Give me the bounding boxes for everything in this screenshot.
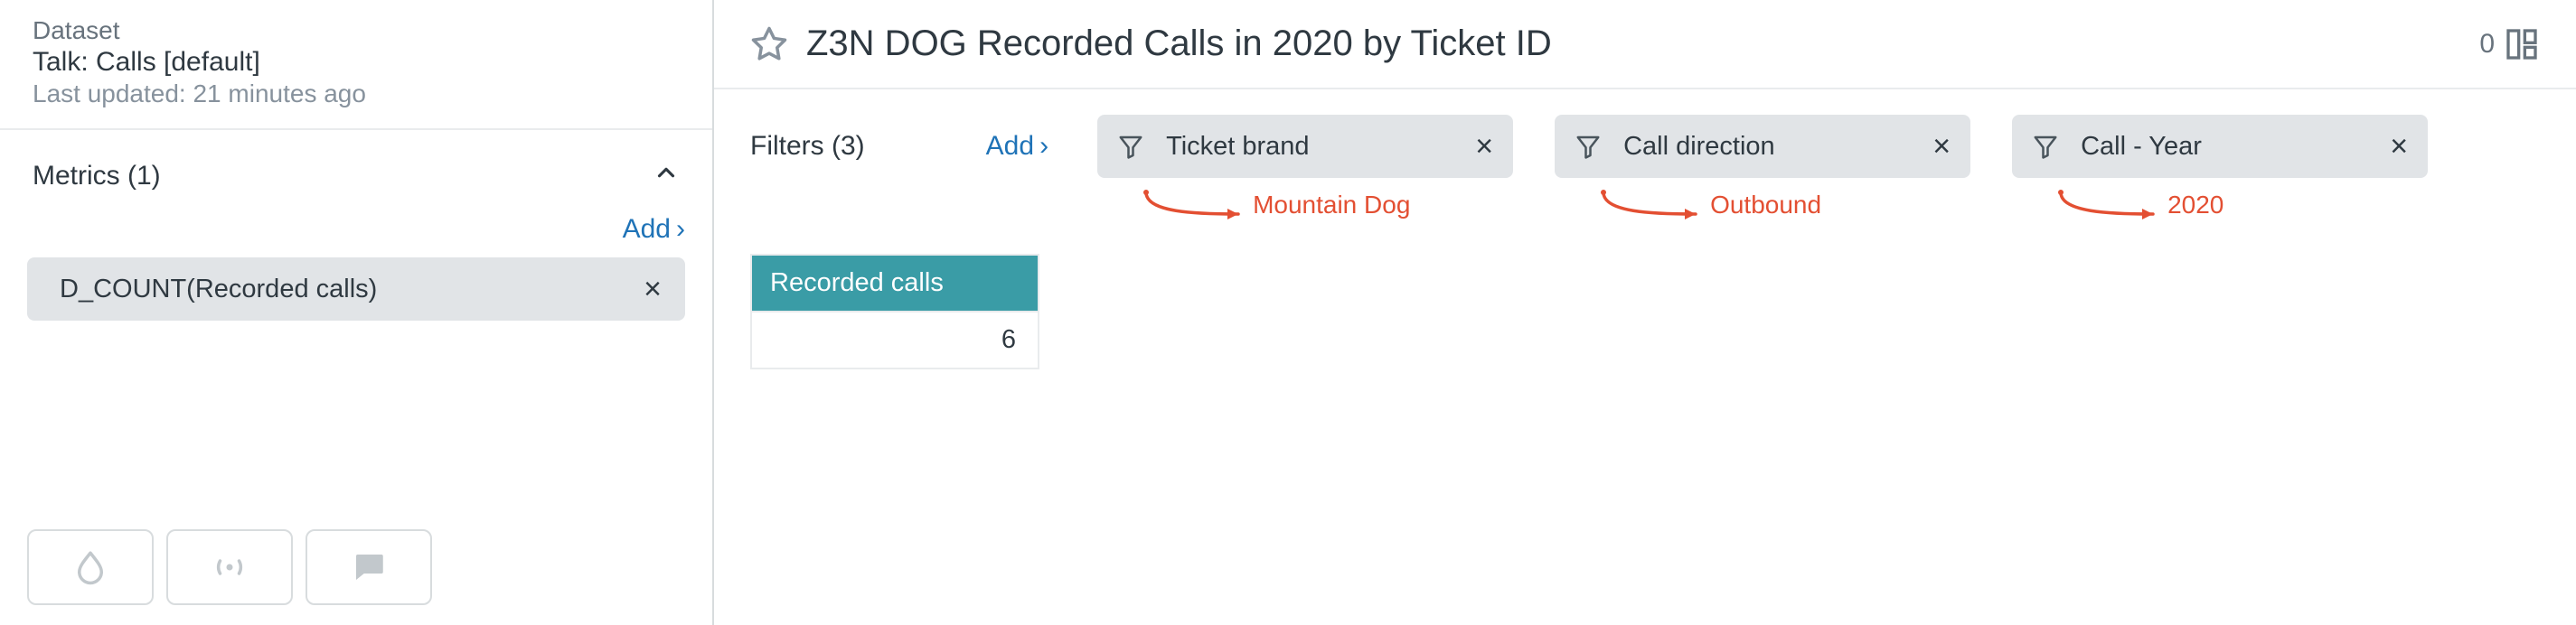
- drop-icon-button[interactable]: [27, 529, 154, 605]
- chevron-right-icon: ›: [1039, 133, 1048, 160]
- filter-chip-label: Call - Year: [2081, 132, 2368, 162]
- filter-annotation: 2020: [2012, 178, 2223, 223]
- result-table-value: 6: [752, 311, 1038, 368]
- metrics-header[interactable]: Metrics (1): [0, 130, 712, 198]
- filter-chip-label: Ticket brand: [1166, 132, 1453, 162]
- close-icon[interactable]: ×: [644, 274, 662, 304]
- filter-annotation-text: Outbound: [1710, 191, 1821, 219]
- filter-chip-label: Call direction: [1623, 132, 1911, 162]
- filters-add-link[interactable]: Add ›: [986, 131, 1048, 162]
- report-title: Z3N DOG Recorded Calls in 2020 by Ticket…: [806, 23, 2461, 64]
- metrics-add-label: Add: [623, 214, 671, 245]
- result-table-header: Recorded calls: [752, 256, 1038, 311]
- title-bar: Z3N DOG Recorded Calls in 2020 by Ticket…: [714, 0, 2576, 89]
- metric-chip[interactable]: D_COUNT(Recorded calls) ×: [27, 257, 685, 321]
- close-icon[interactable]: ×: [1475, 131, 1493, 162]
- metric-chip-label: D_COUNT(Recorded calls): [60, 275, 377, 304]
- metrics-title: Metrics (1): [33, 161, 161, 191]
- live-icon-button[interactable]: [166, 529, 293, 605]
- right-panel: Z3N DOG Recorded Calls in 2020 by Ticket…: [714, 0, 2576, 625]
- dataset-name: Talk: Calls [default]: [33, 47, 680, 78]
- layout-switch[interactable]: 0: [2479, 26, 2540, 62]
- left-panel: Dataset Talk: Calls [default] Last updat…: [0, 0, 714, 625]
- dataset-updated: Last updated: 21 minutes ago: [33, 79, 680, 108]
- bottom-icon-bar: [27, 529, 432, 605]
- layout-count: 0: [2479, 29, 2495, 60]
- filter-annotation: Outbound: [1555, 178, 1821, 223]
- filters-add-label: Add: [986, 131, 1034, 162]
- filters-title: Filters (3): [750, 131, 865, 162]
- filter-chip-call-direction[interactable]: Call direction ×: [1555, 115, 1970, 178]
- metrics-add-link[interactable]: Add ›: [623, 214, 685, 245]
- filter-annotation: Mountain Dog: [1097, 178, 1410, 223]
- close-icon[interactable]: ×: [1932, 131, 1951, 162]
- filter-annotation-text: Mountain Dog: [1253, 191, 1410, 219]
- filter-annotation-text: 2020: [2167, 191, 2223, 219]
- close-icon[interactable]: ×: [2390, 131, 2408, 162]
- grid-icon: [2504, 26, 2540, 62]
- filters-row: Filters (3) Add › Ticket brand × Moun: [714, 89, 2576, 223]
- dataset-heading: Dataset: [33, 16, 680, 45]
- funnel-icon: [1575, 133, 1602, 160]
- comment-icon-button[interactable]: [306, 529, 432, 605]
- dataset-block: Dataset Talk: Calls [default] Last updat…: [0, 0, 712, 130]
- chevron-up-icon[interactable]: [653, 159, 680, 192]
- filter-chip-call-year[interactable]: Call - Year ×: [2012, 115, 2428, 178]
- chevron-right-icon: ›: [676, 216, 685, 243]
- filter-chip-ticket-brand[interactable]: Ticket brand ×: [1097, 115, 1513, 178]
- star-icon[interactable]: [750, 25, 788, 63]
- funnel-icon: [1117, 133, 1144, 160]
- result-table: Recorded calls 6: [750, 254, 1039, 369]
- funnel-icon: [2032, 133, 2059, 160]
